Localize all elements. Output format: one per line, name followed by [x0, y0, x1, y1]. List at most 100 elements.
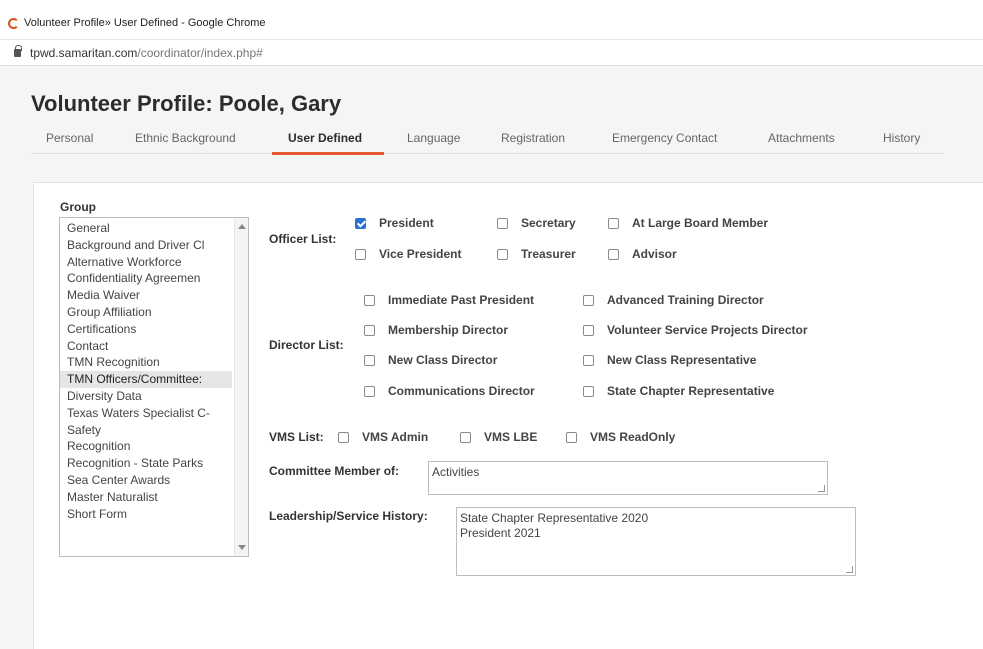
group-item[interactable]: Safety	[60, 422, 232, 439]
url-path: /coordinator/index.php#	[137, 46, 263, 60]
checkbox-icon[interactable]	[566, 431, 577, 443]
checkbox-icon[interactable]	[583, 354, 594, 366]
page-title: Volunteer Profile: Poole, Gary	[31, 91, 342, 116]
director-new-class-checkbox[interactable]: New Class Director	[364, 353, 497, 367]
officer-list-label: Officer List:	[269, 232, 337, 246]
window-title: Volunteer Profile» User Defined - Google…	[24, 17, 266, 29]
checkbox-label: New Class Representative	[607, 353, 757, 367]
tab-emergency-contact[interactable]: Emergency Contact	[612, 131, 717, 145]
resize-grip-icon[interactable]	[846, 566, 853, 573]
officer-at-large-checkbox[interactable]: At Large Board Member	[608, 216, 768, 230]
group-list-scrollbar[interactable]	[234, 218, 248, 556]
group-item-selected[interactable]: TMN Officers/Committee:	[60, 371, 232, 388]
checkbox-label: Treasurer	[521, 247, 576, 261]
checkbox-icon[interactable]	[364, 324, 375, 336]
group-item[interactable]: Texas Waters Specialist C-	[60, 405, 232, 422]
checkbox-icon[interactable]	[364, 294, 375, 306]
group-item[interactable]: Diversity Data	[60, 388, 232, 405]
group-item[interactable]: Certifications	[60, 321, 232, 338]
group-item[interactable]: Media Waiver	[60, 287, 232, 304]
leadership-label: Leadership/Service History:	[269, 509, 428, 523]
committee-value: Activities	[432, 465, 480, 479]
tab-history[interactable]: History	[883, 131, 920, 145]
checkbox-label: Immediate Past President	[388, 293, 535, 307]
lock-icon	[14, 45, 22, 57]
leadership-line: President 2021	[460, 526, 541, 540]
checkbox-icon[interactable]	[338, 431, 349, 443]
tab-attachments[interactable]: Attachments	[768, 131, 835, 145]
checkbox-label: Secretary	[521, 216, 576, 230]
checkbox-checked-icon[interactable]	[355, 217, 366, 229]
vms-admin-checkbox[interactable]: VMS Admin	[338, 430, 428, 444]
user-defined-panel: Group General Background and Driver Cl A…	[33, 182, 983, 649]
group-item[interactable]: Confidentiality Agreemen	[60, 270, 232, 287]
group-item[interactable]: General	[60, 220, 232, 237]
director-immediate-past-president-checkbox[interactable]: Immediate Past President	[364, 293, 534, 307]
tab-personal[interactable]: Personal	[46, 131, 93, 145]
checkbox-icon[interactable]	[460, 431, 471, 443]
director-membership-checkbox[interactable]: Membership Director	[364, 323, 508, 337]
committee-label: Committee Member of:	[269, 464, 400, 478]
officer-president-checkbox[interactable]: President	[355, 216, 434, 230]
director-new-class-representative-checkbox[interactable]: New Class Representative	[583, 353, 756, 367]
page-content: Volunteer Profile: Poole, Gary Personal …	[0, 66, 983, 649]
checkbox-icon[interactable]	[583, 385, 594, 397]
officer-treasurer-checkbox[interactable]: Treasurer	[497, 247, 576, 261]
leadership-line: State Chapter Representative 2020	[460, 511, 649, 525]
checkbox-label: Advisor	[632, 247, 677, 261]
group-item[interactable]: Recognition - State Parks	[60, 455, 232, 472]
vms-list-label: VMS List:	[269, 430, 324, 444]
group-item[interactable]: Short Form	[60, 506, 232, 523]
checkbox-label: VMS Admin	[362, 430, 429, 444]
checkbox-icon[interactable]	[608, 248, 619, 260]
resize-grip-icon[interactable]	[818, 485, 825, 492]
tab-language[interactable]: Language	[407, 131, 460, 145]
address-bar[interactable]: tpwd.samaritan.com/coordinator/index.php…	[0, 40, 983, 66]
committee-textarea[interactable]: Activities	[428, 461, 828, 495]
checkbox-icon[interactable]	[583, 324, 594, 336]
checkbox-label: VMS LBE	[484, 430, 538, 444]
group-item[interactable]: Sea Center Awards	[60, 472, 232, 489]
browser-title-bar: Volunteer Profile» User Defined - Google…	[0, 8, 983, 40]
officer-vice-president-checkbox[interactable]: Vice President	[355, 247, 462, 261]
checkbox-icon[interactable]	[608, 217, 619, 229]
vms-readonly-checkbox[interactable]: VMS ReadOnly	[566, 430, 675, 444]
checkbox-icon[interactable]	[583, 294, 594, 306]
director-list-label: Director List:	[269, 338, 344, 352]
director-communications-checkbox[interactable]: Communications Director	[364, 384, 535, 398]
checkbox-icon[interactable]	[364, 354, 375, 366]
group-item[interactable]: Group Affiliation	[60, 304, 232, 321]
checkbox-icon[interactable]	[364, 385, 375, 397]
site-logo-icon	[8, 18, 19, 29]
tab-ethnic-background[interactable]: Ethnic Background	[135, 131, 236, 145]
director-advanced-training-checkbox[interactable]: Advanced Training Director	[583, 293, 764, 307]
group-item[interactable]: Background and Driver Cl	[60, 237, 232, 254]
checkbox-label: State Chapter Representative	[607, 384, 775, 398]
group-item[interactable]: Contact	[60, 338, 232, 355]
group-label: Group	[60, 200, 96, 214]
tab-user-defined[interactable]: User Defined	[288, 131, 362, 145]
group-listbox[interactable]: General Background and Driver Cl Alterna…	[59, 217, 249, 557]
checkbox-label: Vice President	[379, 247, 462, 261]
tab-registration[interactable]: Registration	[501, 131, 565, 145]
vms-lbe-checkbox[interactable]: VMS LBE	[460, 430, 537, 444]
group-item[interactable]: TMN Recognition	[60, 354, 232, 371]
checkbox-icon[interactable]	[497, 248, 508, 260]
scroll-down-icon[interactable]	[238, 545, 246, 550]
scroll-up-icon[interactable]	[238, 224, 246, 229]
group-item[interactable]: Master Naturalist	[60, 489, 232, 506]
checkbox-label: Volunteer Service Projects Director	[607, 323, 808, 337]
checkbox-icon[interactable]	[497, 217, 508, 229]
checkbox-icon[interactable]	[355, 248, 366, 260]
url-text[interactable]: tpwd.samaritan.com/coordinator/index.php…	[30, 46, 263, 60]
checkbox-label: Membership Director	[388, 323, 509, 337]
director-state-chapter-representative-checkbox[interactable]: State Chapter Representative	[583, 384, 774, 398]
profile-tabs: Personal Ethnic Background User Defined …	[31, 124, 943, 155]
leadership-textarea[interactable]: State Chapter Representative 2020 Presid…	[456, 507, 856, 576]
officer-advisor-checkbox[interactable]: Advisor	[608, 247, 677, 261]
director-volunteer-service-projects-checkbox[interactable]: Volunteer Service Projects Director	[583, 323, 808, 337]
officer-secretary-checkbox[interactable]: Secretary	[497, 216, 576, 230]
checkbox-label: At Large Board Member	[632, 216, 769, 230]
group-item[interactable]: Recognition	[60, 438, 232, 455]
group-item[interactable]: Alternative Workforce	[60, 254, 232, 271]
